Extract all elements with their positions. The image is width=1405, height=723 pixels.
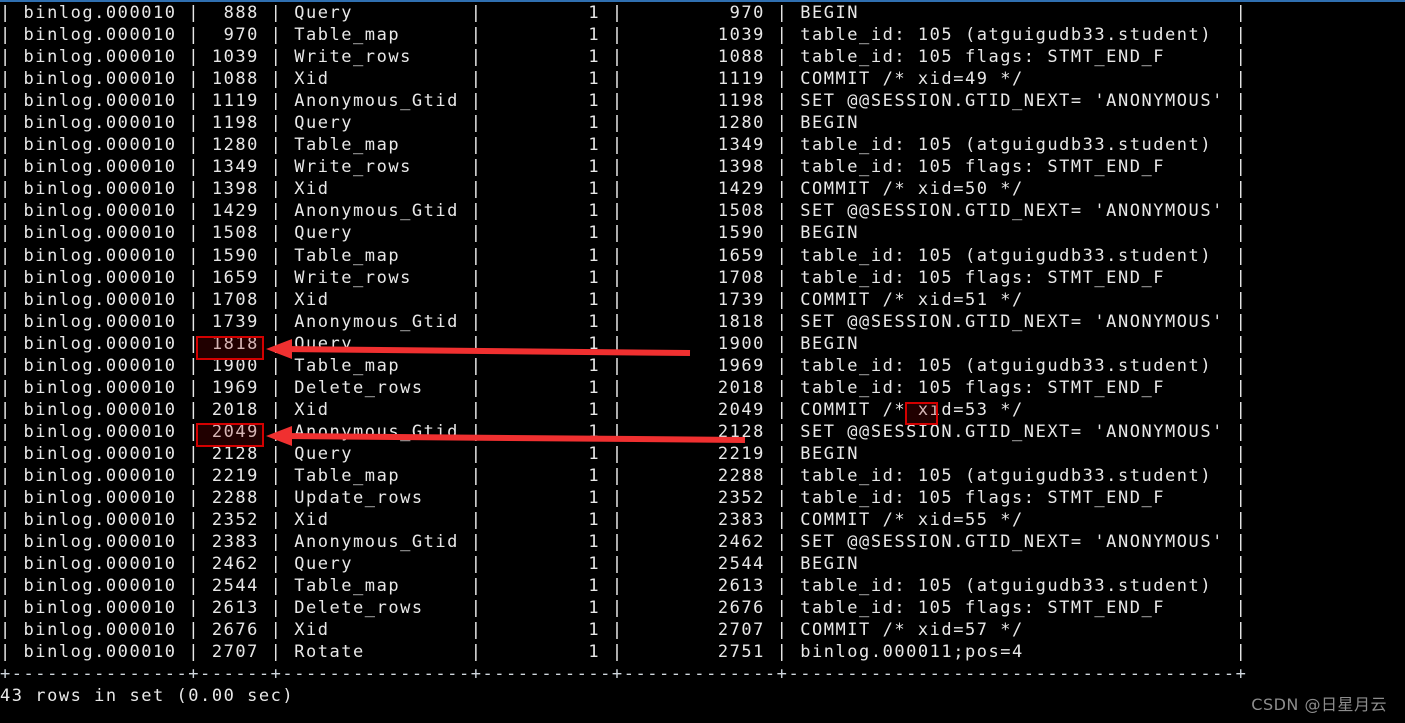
table-row: | binlog.000010 | 1280 | Table_map | 1 |… bbox=[0, 135, 1248, 156]
table-row: | binlog.000010 | 1818 | Query | 1 | 190… bbox=[0, 333, 1248, 354]
table-row: | binlog.000010 | 2676 | Xid | 1 | 2707 … bbox=[0, 620, 1248, 641]
table-row: | binlog.000010 | 1039 | Write_rows | 1 … bbox=[0, 47, 1248, 68]
table-row: | binlog.000010 | 1508 | Query | 1 | 159… bbox=[0, 223, 1248, 244]
table-row: | binlog.000010 | 2288 | Update_rows | 1… bbox=[0, 488, 1248, 509]
table-row: | binlog.000010 | 1398 | Xid | 1 | 1429 … bbox=[0, 179, 1248, 200]
console-output: | binlog.000010 | 888 | Query | 1 | 970 … bbox=[0, 2, 1247, 708]
table-row: | binlog.000010 | 1739 | Anonymous_Gtid … bbox=[0, 311, 1248, 332]
csdn-watermark: CSDN @日星月云 bbox=[1251, 695, 1387, 714]
table-row: | binlog.000010 | 888 | Query | 1 | 970 … bbox=[0, 3, 1248, 23]
table-row: | binlog.000010 | 2707 | Rotate | 1 | 27… bbox=[0, 642, 1248, 663]
table-row: | binlog.000010 | 1659 | Write_rows | 1 … bbox=[0, 267, 1248, 288]
table-row: | binlog.000010 | 2128 | Query | 1 | 221… bbox=[0, 443, 1248, 464]
table-row: | binlog.000010 | 2049 | Anonymous_Gtid … bbox=[0, 421, 1248, 442]
table-row: | binlog.000010 | 2613 | Delete_rows | 1… bbox=[0, 598, 1248, 619]
table-row: | binlog.000010 | 2383 | Anonymous_Gtid … bbox=[0, 532, 1248, 553]
result-status-line: 43 rows in set (0.00 sec) bbox=[0, 686, 295, 707]
table-row: | binlog.000010 | 2462 | Query | 1 | 254… bbox=[0, 554, 1248, 575]
table-row: | binlog.000010 | 1708 | Xid | 1 | 1739 … bbox=[0, 289, 1248, 310]
table-row: | binlog.000010 | 2352 | Xid | 1 | 2383 … bbox=[0, 510, 1248, 531]
table-row: | binlog.000010 | 2219 | Table_map | 1 |… bbox=[0, 465, 1248, 486]
table-bottom-border: +---------------+------+----------------… bbox=[0, 664, 1248, 685]
table-row: | binlog.000010 | 1429 | Anonymous_Gtid … bbox=[0, 201, 1248, 222]
table-row: | binlog.000010 | 1088 | Xid | 1 | 1119 … bbox=[0, 69, 1248, 90]
table-row: | binlog.000010 | 1119 | Anonymous_Gtid … bbox=[0, 91, 1248, 112]
table-row: | binlog.000010 | 2018 | Xid | 1 | 2049 … bbox=[0, 399, 1248, 420]
table-row: | binlog.000010 | 2544 | Table_map | 1 |… bbox=[0, 576, 1248, 597]
table-row: | binlog.000010 | 1900 | Table_map | 1 |… bbox=[0, 355, 1248, 376]
table-row: | binlog.000010 | 970 | Table_map | 1 | … bbox=[0, 25, 1248, 46]
terminal-window: | binlog.000010 | 888 | Query | 1 | 970 … bbox=[0, 0, 1405, 723]
table-row: | binlog.000010 | 1969 | Delete_rows | 1… bbox=[0, 377, 1248, 398]
table-row: | binlog.000010 | 1198 | Query | 1 | 128… bbox=[0, 113, 1248, 134]
table-row: | binlog.000010 | 1590 | Table_map | 1 |… bbox=[0, 245, 1248, 266]
table-row: | binlog.000010 | 1349 | Write_rows | 1 … bbox=[0, 157, 1248, 178]
